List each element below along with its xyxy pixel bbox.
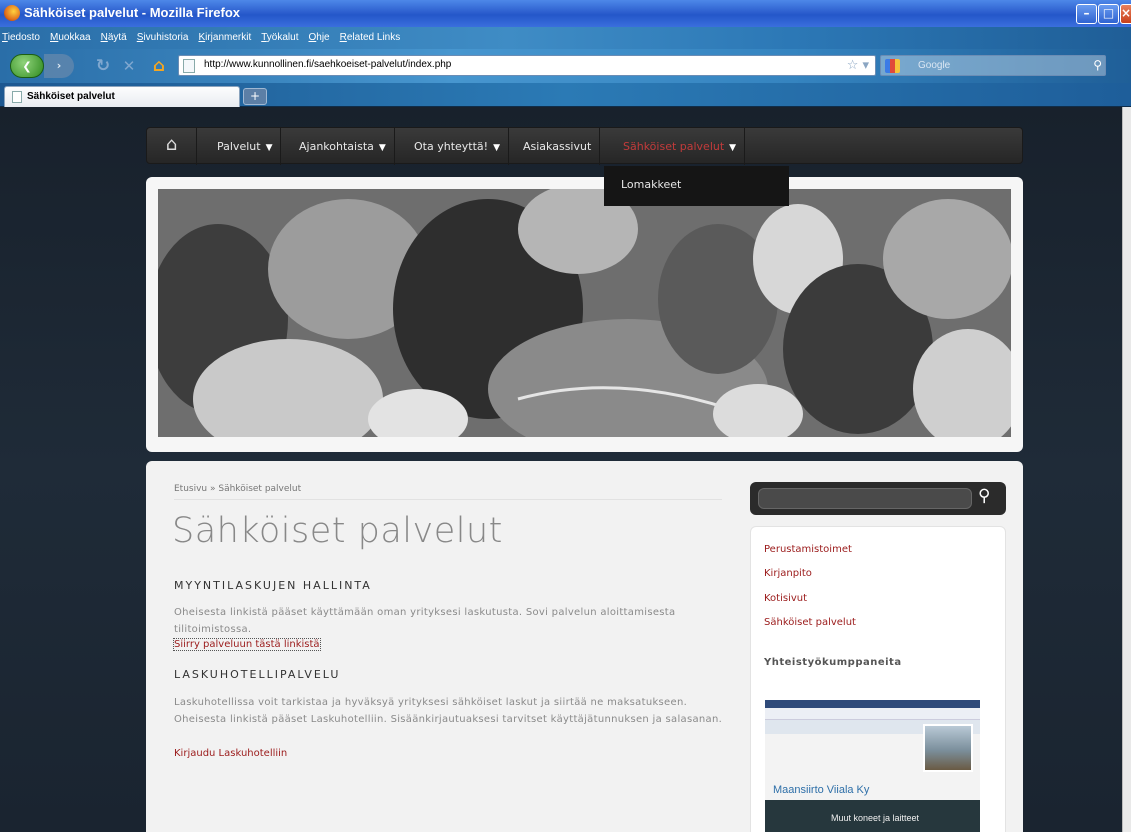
chevron-down-icon: ▼ [378, 143, 386, 153]
window-title: Sähköiset palvelut - Mozilla Firefox [24, 5, 240, 20]
tab-bar: Sähköiset palvelut + [0, 83, 1131, 107]
reload-icon[interactable]: ↻ [92, 54, 114, 78]
partners-heading: Yhteistyökumppaneita [764, 657, 902, 668]
google-icon[interactable] [885, 59, 900, 73]
menu-kirjanmerkit[interactable]: Kirjanmerkit [198, 32, 251, 43]
chevron-down-icon: ▼ [729, 143, 737, 153]
bookmark-star-icon[interactable]: ☆ ▾ [847, 58, 869, 73]
sidebar-link-kotisivut[interactable]: Kotisivut [764, 593, 807, 604]
search-placeholder[interactable]: Google [918, 60, 950, 71]
nav-label: Ajankohtaista [299, 140, 374, 153]
sidebar-box: Perustamistoimet Kirjanpito Kotisivut Sä… [750, 526, 1006, 832]
nav-label: Asiakassivut [523, 140, 592, 153]
window-title-bar: Sähköiset palvelut - Mozilla Firefox – □… [0, 0, 1131, 27]
stop-icon[interactable]: ✕ [118, 54, 140, 78]
back-button[interactable]: ❮ [10, 54, 44, 78]
navigation-toolbar: ❮ › ↻ ✕ ⌂ http://www.kunnollinen.fi/saeh… [0, 49, 1131, 83]
chevron-down-icon: ▼ [265, 143, 273, 153]
nav-label: Ota yhteyttä! [414, 140, 489, 153]
page-title: Sähköiset palvelut [172, 511, 503, 551]
dropdown-item-lomakkeet[interactable]: Lomakkeet [621, 178, 681, 191]
forward-button[interactable]: › [44, 54, 74, 78]
minimize-button[interactable]: – [1076, 4, 1097, 24]
breadcrumb: Etusivu » Sähköiset palvelut [174, 484, 302, 494]
stones-image [158, 189, 1011, 437]
tab-label: Sähköiset palvelut [27, 91, 115, 102]
dropdown-menu: Lomakkeet [604, 166, 789, 206]
header-banner [146, 177, 1023, 452]
nav-label: Palvelut [217, 140, 261, 153]
nav-ajankohtaista[interactable]: Ajankohtaista ▼ [291, 128, 395, 165]
page-icon [12, 91, 22, 103]
menu-bar: Tiedosto Muokkaa Näytä Sivuhistoria Kirj… [0, 27, 1131, 49]
partner-name: Maansiirto Viiala Ky [773, 784, 870, 796]
divider [174, 499, 722, 500]
menu-ohje[interactable]: Ohje [308, 32, 329, 43]
thumb-titlebar [765, 700, 980, 708]
home-icon[interactable]: ⌂ [148, 54, 170, 78]
page-viewport: ⌂ Palvelut ▼ Ajankohtaista ▼ Ota yhteyttä!… [0, 107, 1122, 832]
page-icon [183, 59, 195, 73]
menu-sivuhistoria[interactable]: Sivuhistoria [137, 32, 189, 43]
home-icon[interactable]: ⌂ [147, 128, 197, 165]
address-bar[interactable]: http://www.kunnollinen.fi/saehkoeiset-pa… [178, 55, 876, 76]
menu-tyokalut[interactable]: Työkalut [261, 32, 298, 43]
sidebar-link-kirjanpito[interactable]: Kirjanpito [764, 568, 812, 579]
section-text-myyntilaskujen: Oheisesta linkistä pääset käyttämään oma… [174, 607, 676, 635]
site-navigation: ⌂ Palvelut ▼ Ajankohtaista ▼ Ota yhteyttä!… [146, 127, 1023, 165]
nav-palvelut[interactable]: Palvelut ▼ [209, 128, 282, 165]
partner-subtitle: Muut koneet ja laitteet [830, 813, 920, 823]
nav-sahkoiset-palvelut[interactable]: Sähköiset palvelut ▼ [615, 128, 746, 165]
nav-ota-yhteytta[interactable]: Ota yhteyttä! ▼ [406, 128, 509, 165]
link-kirjaudu-laskuhotelliin[interactable]: Kirjaudu Laskuhotelliin [174, 748, 287, 759]
thumb-toolbar [765, 708, 980, 720]
search-icon[interactable]: ⚲ [978, 486, 990, 506]
vertical-scrollbar[interactable] [1122, 107, 1131, 832]
chevron-down-icon: ▼ [493, 143, 500, 153]
sidebar-search: ⚲ [750, 482, 1006, 515]
section-heading-laskuhotelli: LASKUHOTELLIPALVELU [174, 668, 341, 681]
search-bar[interactable]: Google ⚲ [880, 55, 1106, 76]
thumb-photo [923, 724, 973, 772]
menu-tiedosto[interactable]: Tiedosto [2, 32, 40, 43]
sidebar-link-sahkoiset-palvelut[interactable]: Sähköiset palvelut [764, 617, 856, 628]
section-text-laskuhotelli: Laskuhotellissa voit tarkistaa ja hyväks… [174, 697, 723, 725]
content-area: Etusivu » Sähköiset palvelut Sähköiset p… [146, 461, 1023, 832]
sidebar-link-perustamistoimet[interactable]: Perustamistoimet [764, 544, 852, 555]
search-input[interactable] [758, 488, 972, 509]
close-button[interactable]: × [1120, 4, 1131, 24]
search-icon[interactable]: ⚲ [1093, 58, 1102, 72]
menu-related-links[interactable]: Related Links [340, 32, 401, 43]
tab-sahkoiset-palvelut[interactable]: Sähköiset palvelut [4, 86, 240, 107]
new-tab-button[interactable]: + [243, 88, 267, 105]
nav-asiakassivut[interactable]: Asiakassivut [515, 128, 601, 165]
firefox-icon [4, 5, 20, 21]
menu-muokkaa[interactable]: Muokkaa [50, 32, 91, 43]
url-text[interactable]: http://www.kunnollinen.fi/saehkoeiset-pa… [204, 59, 451, 70]
link-siirry-palveluun[interactable]: Siirry palveluun tästä linkistä [173, 638, 321, 651]
menu-nayta[interactable]: Näytä [101, 32, 127, 43]
maximize-button[interactable]: □ [1098, 4, 1119, 24]
partner-thumbnail[interactable]: Maansiirto Viiala Ky Muut koneet ja lait… [765, 700, 980, 832]
nav-label: Sähköiset palvelut [623, 140, 725, 153]
section-heading-myyntilaskujen: MYYNTILASKUJEN HALLINTA [174, 579, 372, 592]
